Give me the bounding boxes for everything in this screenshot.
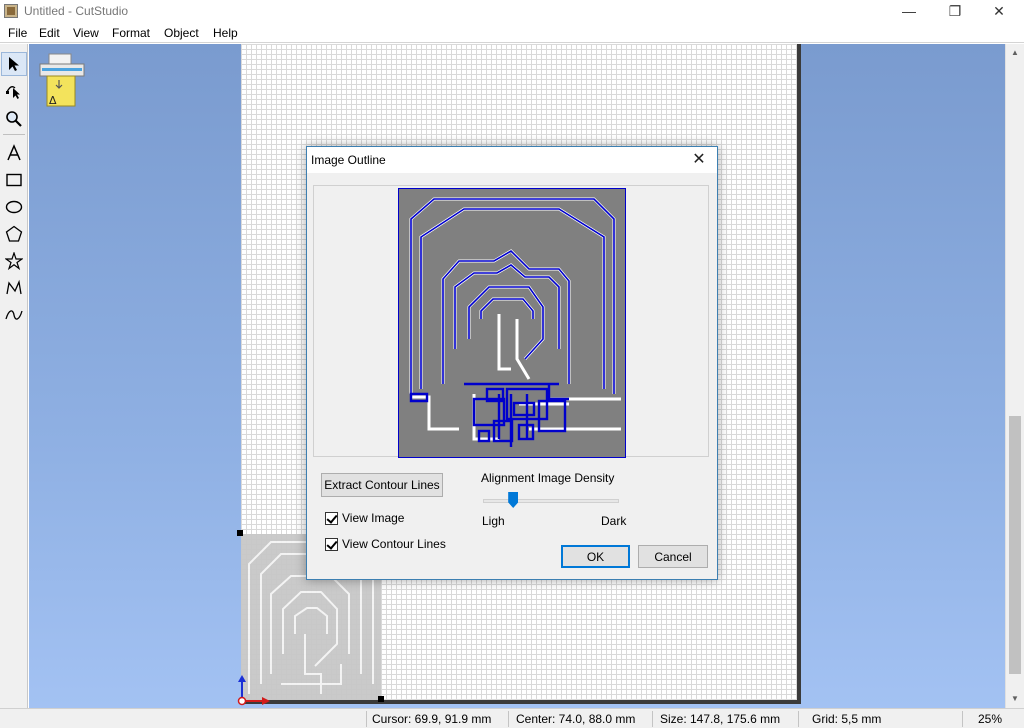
view-image-option[interactable]: View Image: [325, 511, 404, 525]
density-max-label: Dark: [601, 514, 627, 528]
text-a-icon: [7, 144, 21, 161]
menu-file[interactable]: File: [8, 26, 27, 40]
scroll-down-icon[interactable]: ▼: [1006, 690, 1024, 707]
menu-object[interactable]: Object: [164, 26, 199, 40]
extract-contour-lines-button[interactable]: Extract Contour Lines: [321, 473, 443, 497]
status-divider: [652, 711, 653, 727]
tool-palette: [0, 44, 28, 708]
title-bar: Untitled - CutStudio — ❐ ✕: [0, 0, 1024, 23]
view-image-checkbox[interactable]: [325, 511, 338, 525]
selection-handle[interactable]: [237, 530, 243, 536]
view-image-label: View Image: [342, 511, 405, 525]
pentagon-icon: [5, 225, 23, 242]
curve-icon: [5, 310, 23, 320]
pcb-contour-drawing: [409, 197, 621, 447]
scroll-thumb[interactable]: [1009, 416, 1021, 674]
status-divider: [366, 711, 367, 727]
view-contour-option[interactable]: View Contour Lines: [325, 537, 446, 551]
origin-axis-icon: [237, 675, 270, 706]
pcb-image-preview: [398, 188, 626, 458]
status-bar: Cursor: 69.9, 91.9 mm Center: 74.0, 88.0…: [0, 708, 1024, 728]
selection-handle[interactable]: [378, 696, 384, 702]
density-min-label: Ligh: [482, 514, 505, 528]
status-cursor: Cursor: 69.9, 91.9 mm: [372, 712, 492, 726]
polygon-tool-button[interactable]: [1, 222, 27, 246]
ellipse-tool-button[interactable]: [1, 195, 27, 219]
node-edit-tool-button[interactable]: [1, 79, 27, 103]
arrow-pointer-icon: [9, 57, 19, 71]
image-preview-panel: [313, 185, 709, 458]
status-zoom: 25%: [978, 712, 1003, 726]
rectangle-icon: [6, 173, 22, 187]
density-slider-thumb[interactable]: [508, 492, 519, 508]
status-divider: [508, 711, 509, 727]
minimize-button[interactable]: —: [886, 0, 932, 23]
status-center: Center: 74.0, 88.0 mm: [516, 712, 636, 726]
menu-view[interactable]: View: [73, 26, 99, 40]
menu-format[interactable]: Format: [112, 26, 150, 40]
star-icon: [5, 252, 23, 270]
menu-bar: File Edit View Format Object Help: [0, 23, 1024, 43]
view-contour-label: View Contour Lines: [342, 537, 446, 551]
menu-edit[interactable]: Edit: [39, 26, 60, 40]
window-title: Untitled - CutStudio: [24, 4, 129, 18]
ellipse-icon: [5, 200, 23, 214]
view-contour-checkbox[interactable]: [325, 537, 338, 551]
dialog-title-bar: Image Outline ✕: [307, 147, 717, 173]
toolbar-divider: [3, 134, 25, 135]
polyline-tool-button[interactable]: [1, 276, 27, 300]
dialog-close-icon[interactable]: ✕: [685, 149, 713, 171]
cancel-button[interactable]: Cancel: [638, 545, 708, 568]
menu-help[interactable]: Help: [213, 26, 238, 40]
app-icon: [4, 4, 18, 18]
density-label: Alignment Image Density: [481, 471, 615, 485]
polyline-icon: [6, 279, 22, 295]
select-tool-button[interactable]: [1, 52, 27, 76]
node-edit-icon: [6, 86, 20, 99]
scroll-up-icon[interactable]: ▲: [1006, 44, 1024, 61]
curve-tool-button[interactable]: [1, 303, 27, 327]
density-slider-track[interactable]: [483, 499, 619, 503]
paper-edge-shadow: [241, 700, 801, 704]
svg-text:Δ: Δ: [49, 94, 57, 107]
printer-cutter-icon[interactable]: Δ: [37, 52, 87, 108]
status-size: Size: 147.8, 175.6 mm: [660, 712, 781, 726]
rectangle-tool-button[interactable]: [1, 168, 27, 192]
vertical-scrollbar[interactable]: ▲ ▼: [1005, 44, 1024, 708]
ok-button[interactable]: OK: [561, 545, 630, 568]
close-window-button[interactable]: ✕: [976, 0, 1022, 23]
text-tool-button[interactable]: [1, 141, 27, 165]
zoom-tool-button[interactable]: [1, 107, 27, 131]
status-divider: [962, 711, 963, 727]
status-grid: Grid: 5,5 mm: [812, 712, 882, 726]
dialog-title: Image Outline: [311, 153, 386, 167]
magnifier-icon: [6, 111, 22, 127]
status-divider: [798, 711, 799, 727]
star-tool-button[interactable]: [1, 249, 27, 273]
image-outline-dialog: Image Outline ✕ Extract Contour Lines Vi…: [306, 146, 718, 580]
paper-edge-shadow: [797, 44, 801, 704]
maximize-button[interactable]: ❐: [932, 0, 978, 23]
